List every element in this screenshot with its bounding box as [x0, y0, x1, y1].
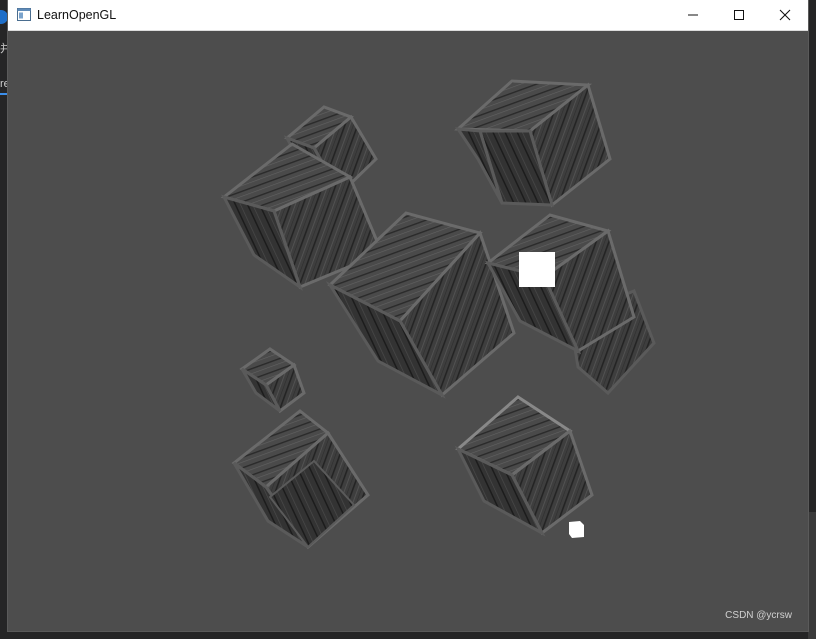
background-tab-underline: [0, 93, 8, 95]
maximize-icon: [734, 10, 744, 20]
maximize-button[interactable]: [716, 0, 762, 30]
close-icon: [779, 9, 791, 21]
minimize-icon: [688, 14, 698, 16]
window-app-icon: [17, 8, 31, 21]
window-title: LearnOpenGL: [37, 8, 117, 22]
light-cube-1: [519, 252, 555, 287]
crate-8: [454, 395, 594, 537]
crate-6: [239, 347, 306, 414]
background-text-top: 并: [0, 43, 8, 55]
close-button[interactable]: [762, 0, 808, 30]
crate-5: [484, 213, 656, 396]
background-right-strip: [808, 512, 816, 639]
light-cube-2: [569, 521, 584, 538]
minimize-button[interactable]: [670, 0, 716, 30]
background-app-logo-icon: [0, 10, 8, 24]
crate-3: [454, 79, 612, 208]
csdn-watermark: CSDN @ycrsw: [725, 610, 792, 621]
opengl-render-viewport[interactable]: [8, 31, 808, 631]
opengl-scene: [220, 79, 656, 550]
title-bar[interactable]: LearnOpenGL: [8, 0, 808, 31]
crate-7: [231, 409, 370, 550]
background-text-mid: re: [0, 78, 8, 90]
learnopengl-window[interactable]: LearnOpenGL CSDN @ycrsw: [8, 0, 808, 631]
